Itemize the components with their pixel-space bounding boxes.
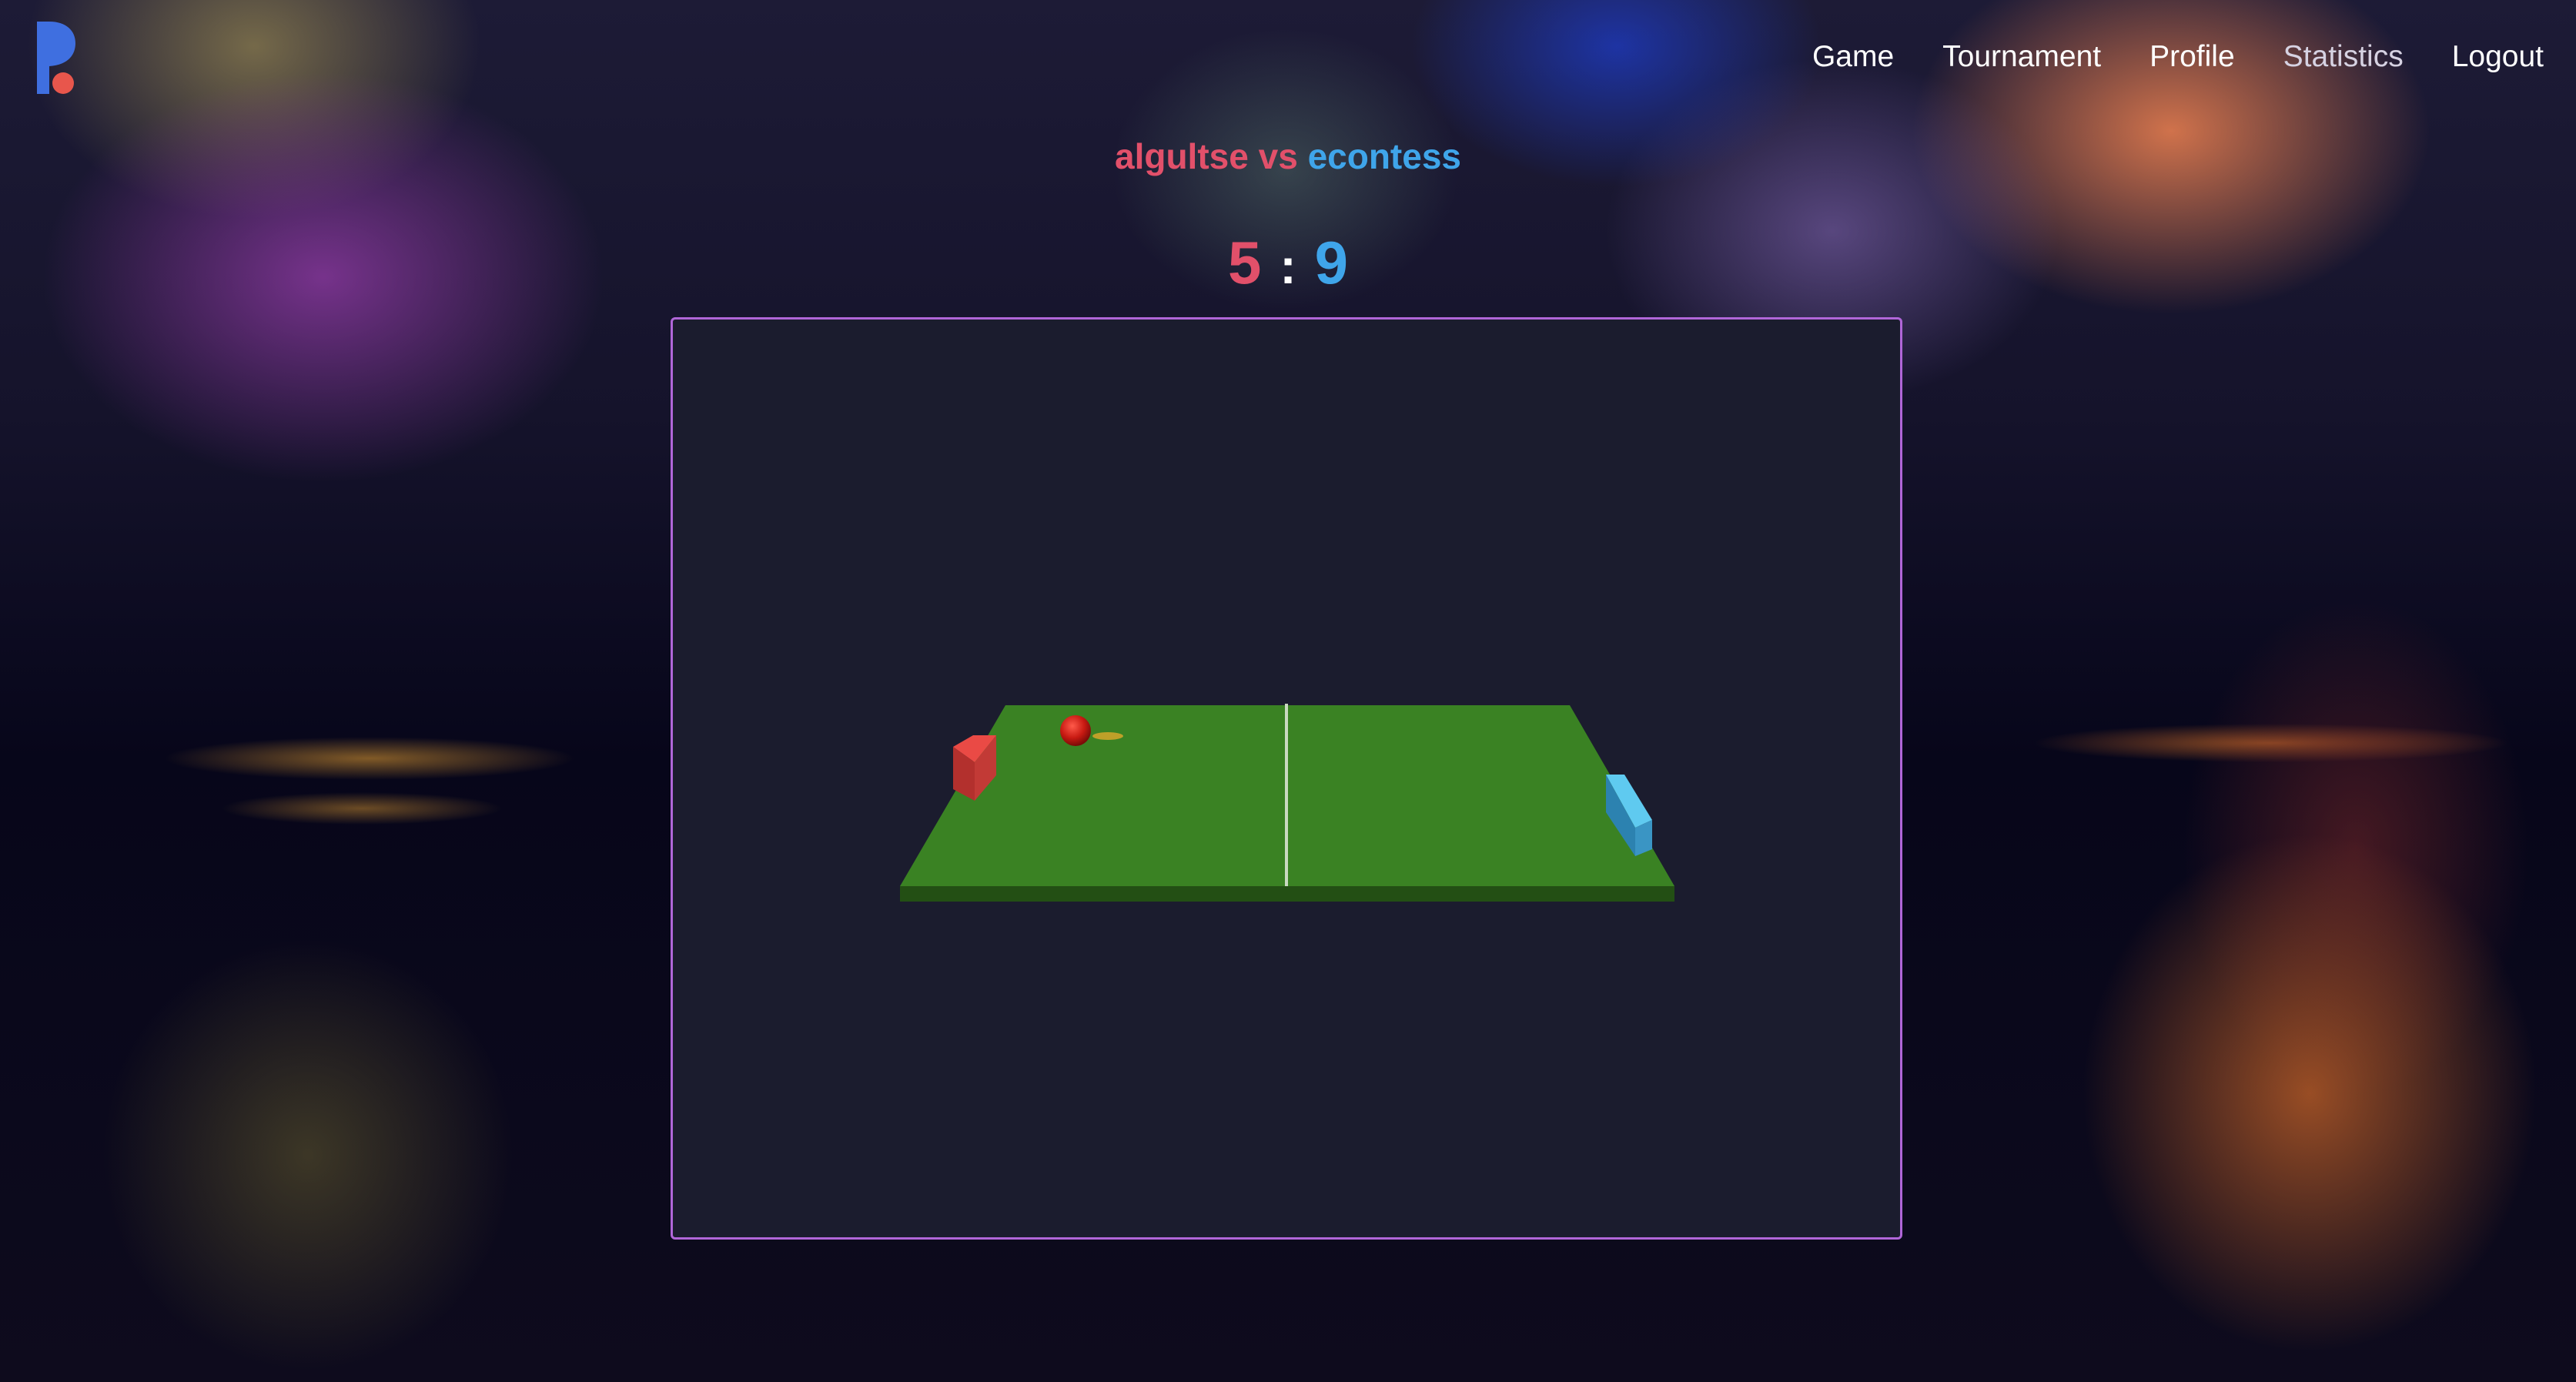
ball [1060, 715, 1091, 746]
vs-label: vs [1258, 136, 1298, 176]
nav-game[interactable]: Game [1812, 40, 1894, 74]
match-title: algultse vs econtess [0, 136, 2576, 177]
score-separator: : [1280, 239, 1296, 294]
nav-logout[interactable]: Logout [2452, 40, 2544, 74]
pong-scene [900, 704, 1674, 902]
table-edge [900, 886, 1674, 902]
page: Game Tournament Profile Statistics Logou… [0, 0, 2576, 1382]
nav-tournament[interactable]: Tournament [1942, 40, 2101, 74]
ball-trail [1092, 732, 1123, 740]
scoreboard: 5:9 [0, 228, 2576, 298]
app-logo-icon[interactable] [35, 20, 79, 97]
player2-score: 9 [1314, 229, 1349, 296]
nav-statistics[interactable]: Statistics [2283, 40, 2404, 74]
game-canvas[interactable] [671, 317, 1902, 1240]
player1-name: algultse [1115, 136, 1249, 176]
nav-profile[interactable]: Profile [2149, 40, 2235, 74]
player2-name: econtess [1307, 136, 1461, 176]
player1-score: 5 [1227, 229, 1262, 296]
top-nav: Game Tournament Profile Statistics Logou… [1764, 40, 2544, 74]
